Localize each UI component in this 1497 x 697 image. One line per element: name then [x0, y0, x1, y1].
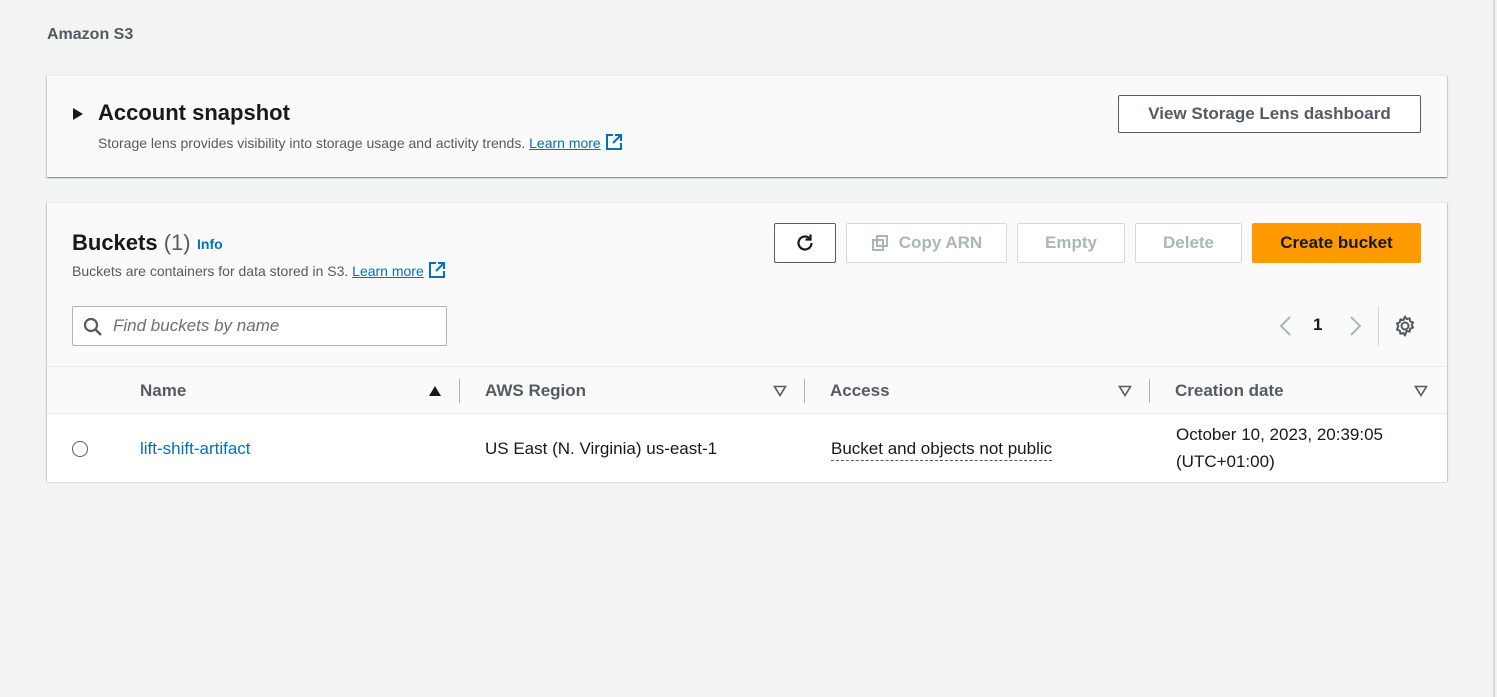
table-row: lift-shift-artifact US East (N. Virginia… [47, 415, 1447, 482]
copy-arn-button[interactable]: Copy ARN [846, 223, 1007, 263]
bucket-name-link[interactable]: lift-shift-artifact [140, 439, 251, 459]
delete-bucket-button[interactable]: Delete [1135, 223, 1242, 263]
column-header-creation-date[interactable]: Creation date [1175, 381, 1284, 401]
chevron-right-icon[interactable] [1347, 315, 1363, 337]
creation-date-line: October 10, 2023, 20:39:05 [1176, 425, 1383, 444]
column-header-access[interactable]: Access [830, 381, 890, 401]
external-link-icon[interactable] [428, 261, 446, 282]
buckets-learn-more-link[interactable]: Learn more [352, 263, 424, 279]
breadcrumb[interactable]: Amazon S3 [47, 26, 133, 44]
buckets-info-link[interactable]: Info [197, 236, 223, 252]
sort-descending-icon[interactable] [773, 385, 787, 397]
buckets-description: Buckets are containers for data stored i… [72, 261, 446, 282]
current-page-number[interactable]: 1 [1313, 315, 1322, 335]
bucket-access-status[interactable]: Bucket and objects not public [831, 439, 1053, 461]
chevron-left-icon[interactable] [1278, 315, 1294, 337]
copy-arn-label: Copy ARN [898, 233, 983, 252]
account-snapshot-title[interactable]: Account snapshot [98, 100, 290, 126]
buckets-title: Buckets [72, 230, 158, 255]
sort-descending-icon[interactable] [1414, 385, 1428, 397]
column-divider[interactable] [1149, 379, 1150, 403]
account-snapshot-description-text: Storage lens provides visibility into st… [98, 135, 530, 151]
view-storage-lens-dashboard-button[interactable]: View Storage Lens dashboard [1118, 95, 1421, 133]
column-divider[interactable] [459, 379, 460, 403]
sort-descending-icon[interactable] [1118, 385, 1132, 397]
creation-date-timezone: (UTC+01:00) [1176, 452, 1275, 471]
buckets-heading: Buckets (1) [72, 230, 191, 256]
buckets-description-text: Buckets are containers for data stored i… [72, 263, 353, 279]
bucket-creation-date: October 10, 2023, 20:39:05 (UTC+01:00) [1176, 421, 1383, 475]
refresh-icon [797, 234, 813, 251]
pager-divider [1378, 306, 1379, 346]
caret-right-icon[interactable] [73, 108, 83, 120]
bucket-region: US East (N. Virginia) us-east-1 [485, 439, 718, 458]
storage-lens-learn-more-link[interactable]: Learn more [529, 135, 601, 151]
copy-icon [871, 235, 888, 251]
row-select-radio[interactable] [72, 441, 88, 457]
page-right-border [1493, 0, 1495, 697]
buckets-count: (1) [163, 230, 191, 255]
create-bucket-button[interactable]: Create bucket [1252, 223, 1421, 263]
sort-ascending-icon[interactable] [428, 385, 442, 397]
empty-bucket-button[interactable]: Empty [1017, 223, 1125, 263]
search-icon [83, 317, 102, 336]
column-divider[interactable] [804, 379, 805, 403]
account-snapshot-description: Storage lens provides visibility into st… [98, 133, 623, 154]
buckets-table-header: Name AWS Region Access Creation date [47, 366, 1447, 414]
settings-gear-icon[interactable] [1393, 314, 1417, 338]
bucket-search-field[interactable] [72, 306, 447, 346]
account-snapshot-panel: Account snapshot Storage lens provides v… [47, 75, 1447, 177]
refresh-button[interactable] [774, 223, 836, 263]
buckets-panel: Buckets (1) Info Buckets are containers … [47, 202, 1447, 482]
external-link-icon[interactable] [605, 133, 623, 154]
column-header-region[interactable]: AWS Region [485, 381, 586, 401]
column-header-name[interactable]: Name [140, 381, 186, 401]
bucket-search-input[interactable] [113, 315, 433, 337]
